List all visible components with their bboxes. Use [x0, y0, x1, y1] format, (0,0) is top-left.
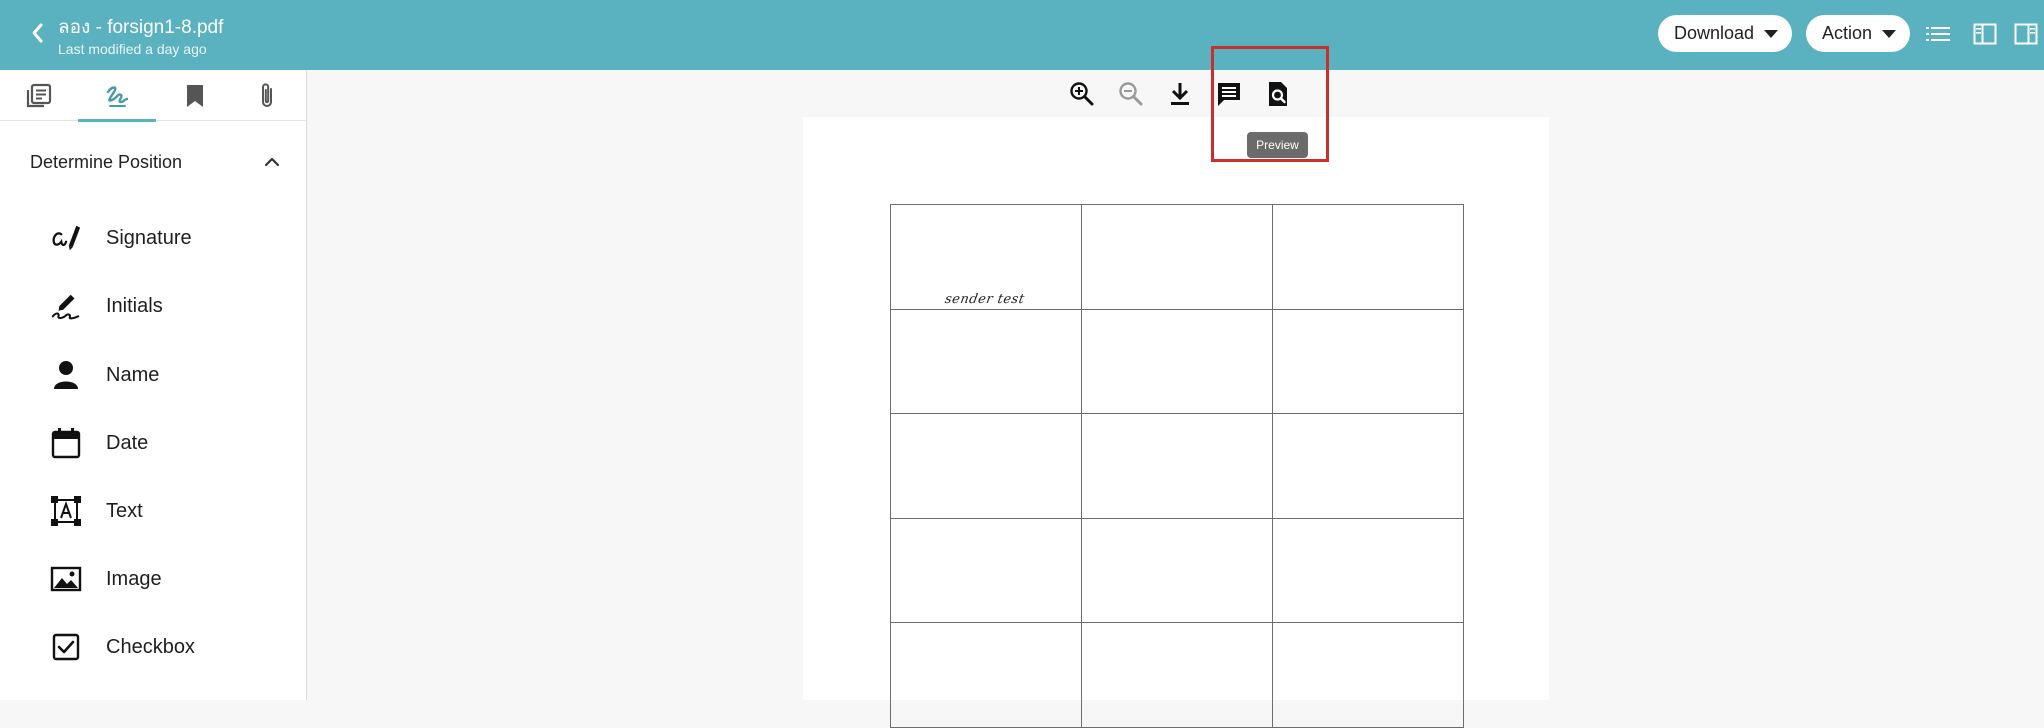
pdf-page: sender test — [803, 117, 1549, 728]
table-cell — [890, 517, 1082, 623]
table-cell — [1272, 204, 1464, 310]
download-button[interactable]: Download — [1658, 15, 1793, 52]
field-item-initials[interactable]: Initials — [0, 278, 306, 334]
field-label: Text — [106, 499, 143, 522]
tab-bookmark[interactable] — [156, 70, 234, 121]
table-row — [890, 308, 1464, 414]
document-table: sender test — [890, 204, 1464, 728]
back-icon — [32, 23, 43, 43]
table-row — [890, 622, 1464, 728]
action-button-label: Action — [1822, 23, 1873, 43]
table-cell — [1081, 413, 1273, 519]
table-cell — [1081, 204, 1273, 310]
zoom-out-icon — [1119, 82, 1143, 106]
table-cell — [1272, 622, 1464, 728]
toggle-left-panel-button[interactable] — [1971, 20, 1999, 48]
image-icon — [50, 563, 82, 595]
action-button[interactable]: Action — [1806, 15, 1911, 52]
download-document-button[interactable] — [1164, 78, 1196, 110]
text-box-icon — [50, 495, 82, 527]
tab-attachment[interactable] — [228, 70, 306, 121]
field-item-checkbox[interactable]: Checkbox — [0, 619, 306, 675]
field-item-date[interactable]: Date — [0, 415, 306, 471]
back-button[interactable] — [22, 18, 52, 48]
document-viewer: sender test — [308, 70, 2044, 728]
top-bar: ลอง - forsign1-8.pdf Last modified a day… — [0, 0, 2044, 70]
library-books-icon — [26, 83, 52, 107]
toggle-right-panel-button[interactable] — [2012, 20, 2040, 48]
field-label: Initials — [106, 294, 163, 317]
layout-left-icon — [1973, 23, 1997, 45]
table-cell — [1272, 308, 1464, 414]
table-cell — [1272, 517, 1464, 623]
list-icon — [1926, 27, 1950, 41]
section-title: Determine Position — [30, 152, 183, 172]
table-cell — [1081, 622, 1273, 728]
table-cell — [1272, 413, 1464, 519]
download-icon — [1171, 83, 1189, 105]
document-title: ลอง - forsign1-8.pdf — [58, 17, 224, 38]
field-label: Name — [106, 363, 160, 386]
signature-pen-icon — [50, 222, 82, 254]
tab-sign[interactable] — [78, 70, 156, 122]
layout-right-icon — [2014, 23, 2038, 45]
paperclip-icon — [262, 82, 272, 107]
field-item-text[interactable]: Text — [0, 483, 306, 539]
initials-pen-icon — [50, 290, 82, 322]
chevron-up-icon — [264, 157, 280, 167]
table-cell[interactable]: sender test — [890, 204, 1082, 310]
field-label: Signature — [106, 226, 192, 249]
table-row — [890, 413, 1464, 519]
download-button-label: Download — [1674, 23, 1755, 43]
zoom-in-button[interactable] — [1066, 78, 1098, 110]
zoom-in-icon — [1070, 82, 1094, 106]
table-row: sender test — [890, 204, 1464, 310]
zoom-out-button[interactable] — [1115, 78, 1147, 110]
field-item-image[interactable]: Image — [0, 551, 306, 607]
caret-down-icon — [1882, 29, 1897, 38]
table-cell — [890, 308, 1082, 414]
list-view-button[interactable] — [1924, 20, 1952, 48]
preview-tooltip: Preview — [1247, 132, 1308, 158]
sidebar: Determine Position Signature Initials Na… — [0, 70, 307, 700]
bookmark-icon — [187, 84, 203, 107]
sidebar-tabs — [0, 70, 306, 122]
determine-position-section[interactable]: Determine Position — [0, 142, 306, 182]
caret-down-icon — [1764, 29, 1779, 38]
checkbox-icon — [50, 631, 82, 663]
signature-icon — [106, 85, 129, 107]
tab-documents[interactable] — [0, 70, 78, 121]
table-row — [890, 517, 1464, 623]
signature-placeholder-text: sender test — [943, 291, 1026, 307]
table-cell — [890, 413, 1082, 519]
person-icon — [50, 359, 82, 391]
field-label: Date — [106, 431, 149, 454]
table-cell — [890, 622, 1082, 728]
calendar-icon — [50, 427, 82, 459]
field-label: Checkbox — [106, 635, 195, 658]
field-item-name[interactable]: Name — [0, 347, 306, 403]
last-modified-text: Last modified a day ago — [58, 41, 207, 57]
table-cell — [1081, 308, 1273, 414]
field-label: Image — [106, 567, 162, 590]
field-item-signature[interactable]: Signature — [0, 210, 306, 266]
table-cell — [1081, 517, 1273, 623]
